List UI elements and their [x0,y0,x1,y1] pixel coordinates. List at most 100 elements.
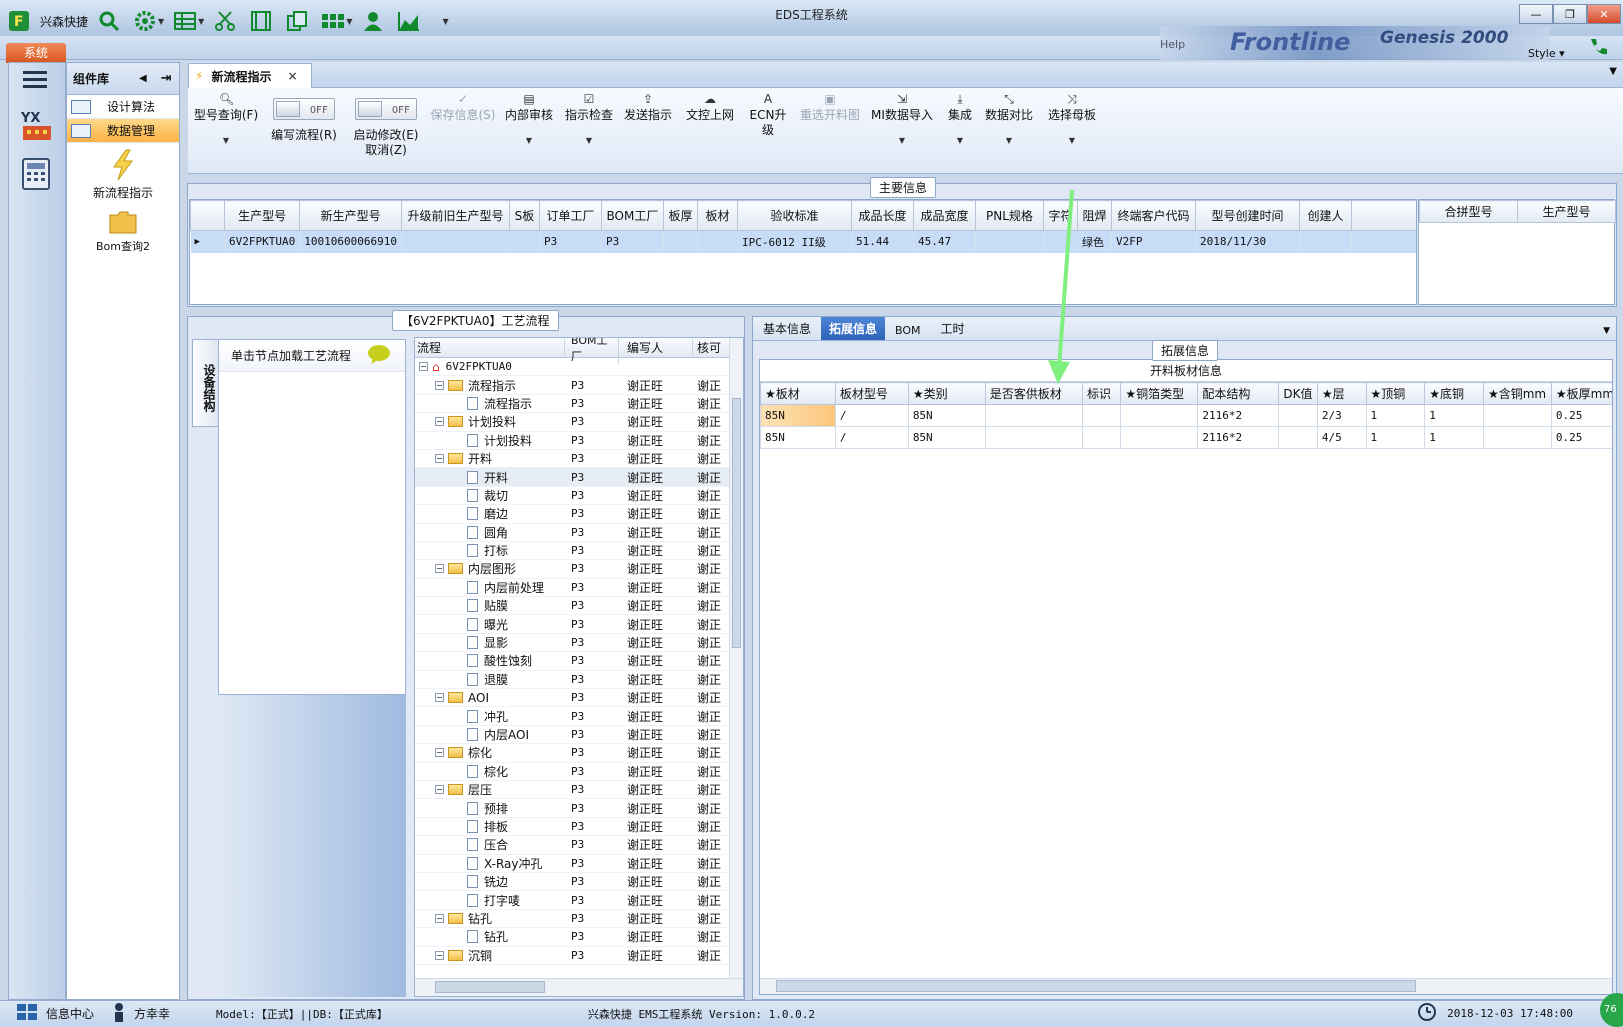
column-header[interactable]: BOM工厂 [600,200,664,231]
tab-hours[interactable]: 工时 [931,317,975,340]
minimize-button[interactable]: — [1519,4,1553,24]
collapse-icon[interactable]: − [435,748,444,758]
column-header[interactable]: ★板厚mm [1550,382,1612,405]
model-query-button[interactable]: 🔍︎ 型号查询(F) ▼ [192,92,260,148]
hamburger-menu-icon[interactable] [23,69,65,92]
table-cell[interactable]: 51.44 [851,230,914,253]
column-header[interactable]: DK值 [1278,382,1318,405]
library-item-design-algorithm[interactable]: 设计算法 [67,95,179,119]
table-cell[interactable]: 85N [907,426,986,449]
table-cell[interactable]: 0.25 [1550,404,1612,427]
instruction-check-button[interactable]: ☑ 指示检查 ▼ [564,92,614,148]
start-modify-toggle[interactable]: OFF 启动修改(E) 取消(Z) [348,98,424,158]
tree-row[interactable]: 棕化 P3 谢正旺 谢正 [415,763,743,781]
doc-publish-button[interactable]: ☁ 文控上网 [684,92,736,123]
table-cell[interactable] [509,230,540,253]
ecn-upgrade-button[interactable]: A ECN升级 [744,92,792,138]
grid-icon[interactable] [172,8,198,34]
tree-row[interactable]: 内层前处理 P3 谢正旺 谢正 [415,579,743,598]
close-window-button[interactable]: ✕ [1587,4,1621,24]
table-cell[interactable]: 0.25 [1550,426,1612,449]
column-header[interactable]: 板厚 [662,200,698,231]
tree-row[interactable]: 流程指示 P3 谢正旺 谢正 [415,395,743,414]
column-header[interactable]: 编写人 [619,339,693,356]
tab-extended-info[interactable]: 拓展信息 [821,317,886,340]
tree-row[interactable]: 压合 P3 谢正旺 谢正 [415,836,743,855]
table-cell[interactable]: 4/5 [1316,426,1367,449]
table-cell[interactable]: IPC-6012 II级 [737,230,852,253]
tree-row[interactable]: − 钻孔 P3 谢正旺 谢正 [415,910,743,929]
off-toggle[interactable]: OFF [355,98,417,120]
table-cell[interactable] [1299,230,1352,253]
column-header[interactable]: 升级前旧生产型号 [400,200,510,231]
system-menu-button[interactable]: 系统 [6,43,66,63]
table-cell[interactable]: 2/3 [1316,404,1367,427]
scissors-icon[interactable] [212,8,238,34]
column-header[interactable]: 合拼型号 [1419,200,1518,223]
column-header[interactable]: ★底铜 [1424,382,1484,405]
table-cell[interactable] [1081,426,1122,449]
tree-row[interactable]: 磨边 P3 谢正旺 谢正 [415,505,743,524]
tree-horizontal-scrollbar[interactable] [415,978,743,996]
tab-dropdown-icon[interactable]: ▼ [1609,66,1617,77]
table-cell[interactable] [1081,404,1122,427]
table-cell[interactable]: / [834,404,909,427]
table-cell[interactable]: V2FP [1111,230,1196,253]
collapse-icon[interactable]: − [435,950,444,960]
table-cell[interactable] [697,230,738,253]
table-cell[interactable] [663,230,698,253]
tree-row[interactable]: − 流程指示 P3 谢正旺 谢正 [415,376,743,395]
table-cell[interactable] [401,230,510,253]
style-dropdown[interactable]: Style ▾ [1528,47,1565,60]
tree-row[interactable]: 曝光 P3 谢正旺 谢正 [415,615,743,634]
column-header[interactable]: 终端客户代码 [1110,200,1196,231]
blocks-icon[interactable] [320,8,346,34]
tree-row[interactable]: 打标 P3 谢正旺 谢正 [415,542,743,561]
table-cell[interactable]: P3 [539,230,602,253]
info-center-label[interactable]: 信息中心 [46,1005,94,1022]
column-header[interactable]: 板材型号 [834,382,909,405]
table-row[interactable]: 85N/85N 2116*2 2/3 1 1 0.25 [760,404,1612,427]
column-header[interactable]: ★铜箔类型 [1120,382,1199,405]
table-cell[interactable] [1482,404,1552,427]
close-tab-icon[interactable]: × [287,69,297,83]
column-header[interactable]: 阻焊 [1076,200,1112,231]
table-cell[interactable]: 85N [907,404,986,427]
send-instruction-button[interactable]: ⇪ 发送指示 [622,92,674,123]
tree-row[interactable]: 排板 P3 谢正旺 谢正 [415,818,743,837]
pin-icon[interactable]: ⇥ [161,71,172,86]
table-cell[interactable] [1278,426,1318,449]
column-header[interactable]: 标识 [1081,382,1122,405]
collapse-icon[interactable]: − [435,564,444,574]
table-row[interactable]: 85N/85N 2116*2 4/5 1 1 0.25 [760,426,1612,449]
table-cell[interactable]: 1 [1365,404,1426,427]
tree-row[interactable]: − 沉铜 P3 谢正旺 谢正 [415,947,743,965]
column-header[interactable]: 订单工厂 [538,200,602,231]
grid-icon[interactable] [16,1003,38,1024]
save-info-button[interactable]: ✓ 保存信息(S) [428,92,498,123]
help-label[interactable]: Help [1160,38,1185,51]
table-cell[interactable]: 85N [760,426,836,449]
table-cell[interactable]: 1 [1424,426,1484,449]
tree-row[interactable]: X-Ray冲孔 P3 谢正旺 谢正 [415,855,743,873]
table-cell[interactable]: 绿色 [1077,230,1112,253]
collapse-icon[interactable]: − [435,785,444,795]
tree-vertical-scrollbar[interactable] [729,338,743,978]
tree-row[interactable]: − 层压 P3 谢正旺 谢正 [415,781,743,800]
tree-row[interactable]: 预排 P3 谢正旺 谢正 [415,799,743,818]
table-cell[interactable]: 10010600066910 [299,230,402,253]
table-cell[interactable]: 6V2FPKTUA0 [224,230,301,253]
column-header[interactable]: ★含铜mm [1482,382,1552,405]
phone-icon[interactable] [1587,36,1609,61]
column-header[interactable]: 流程 [415,339,565,356]
table-cell[interactable]: 2116*2 [1197,426,1280,449]
tree-row[interactable]: 内层AOI P3 谢正旺 谢正 [415,726,743,745]
table-cell[interactable]: 45.47 [913,230,976,253]
column-header[interactable]: 成品宽度 [912,200,976,231]
internal-review-button[interactable]: ▤ 内部审核 ▼ [504,92,554,148]
table-cell[interactable] [1120,404,1199,427]
collapse-icon[interactable]: − [419,362,428,372]
tree-row[interactable]: 开料 P3 谢正旺 谢正 [415,468,743,487]
column-header[interactable]: 型号创建时间 [1194,200,1300,231]
tree-row[interactable]: 退膜 P3 谢正旺 谢正 [415,671,743,690]
